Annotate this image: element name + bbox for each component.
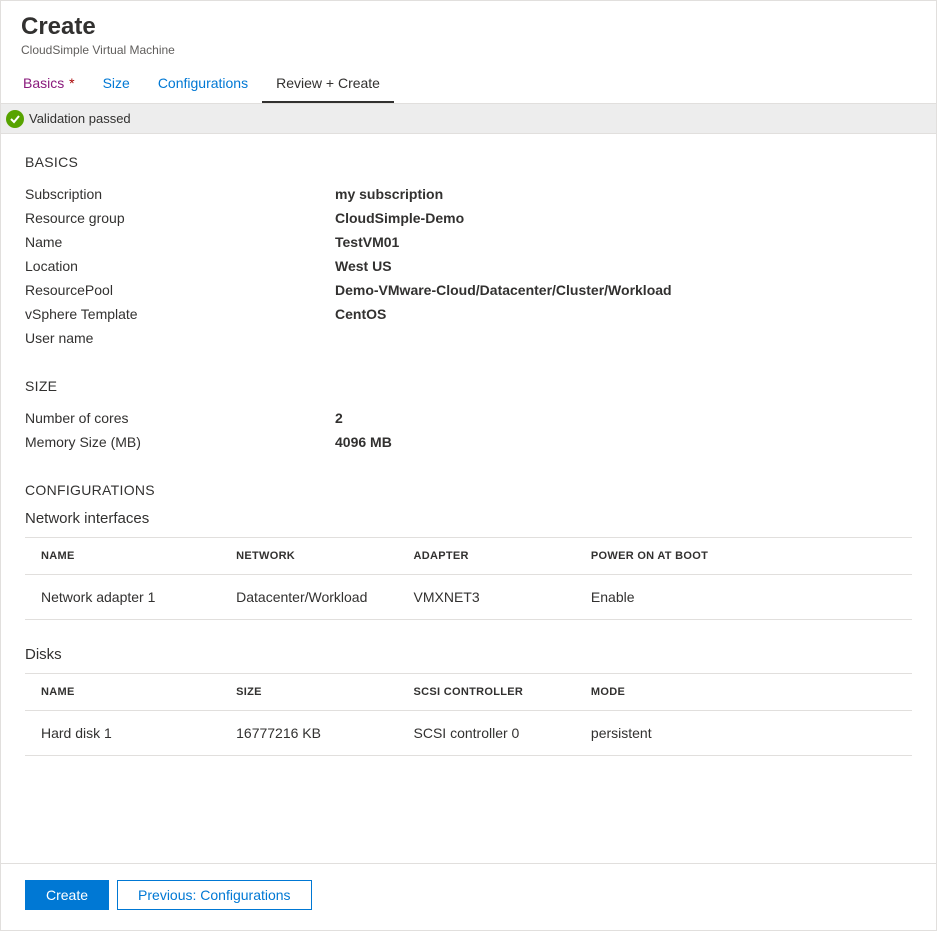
tab-size[interactable]: Size bbox=[89, 65, 144, 103]
disk-size: 16777216 KB bbox=[220, 711, 397, 756]
content-area: BASICS Subscriptionmy subscription Resou… bbox=[1, 134, 936, 863]
previous-button[interactable]: Previous: Configurations bbox=[117, 880, 312, 910]
nic-header-adapter: ADAPTER bbox=[398, 538, 575, 575]
size-section: SIZE Number of cores2 Memory Size (MB)40… bbox=[25, 378, 912, 454]
table-header-row: NAME NETWORK ADAPTER POWER ON AT BOOT bbox=[25, 538, 912, 575]
location-label: Location bbox=[25, 258, 335, 274]
memory-label: Memory Size (MB) bbox=[25, 434, 335, 450]
tab-review-create[interactable]: Review + Create bbox=[262, 65, 394, 103]
nic-network: Datacenter/Workload bbox=[220, 575, 397, 620]
disks-table: NAME SIZE SCSI CONTROLLER MODE Hard disk… bbox=[25, 673, 912, 756]
cores-label: Number of cores bbox=[25, 410, 335, 426]
page-title: Create bbox=[21, 13, 916, 41]
disk-name: Hard disk 1 bbox=[25, 711, 220, 756]
configurations-section: CONFIGURATIONS Network interfaces NAME N… bbox=[25, 482, 912, 756]
vsphere-template-label: vSphere Template bbox=[25, 306, 335, 322]
tabs-bar: Basics * Size Configurations Review + Cr… bbox=[1, 65, 936, 104]
required-asterisk: * bbox=[65, 75, 74, 91]
nic-header-power-on: POWER ON AT BOOT bbox=[575, 538, 912, 575]
name-value: TestVM01 bbox=[335, 234, 399, 250]
nic-header-network: NETWORK bbox=[220, 538, 397, 575]
subscription-value: my subscription bbox=[335, 186, 443, 202]
table-row: Network adapter 1 Datacenter/Workload VM… bbox=[25, 575, 912, 620]
disk-header-name: NAME bbox=[25, 674, 220, 711]
nic-power-on: Enable bbox=[575, 575, 912, 620]
resource-group-label: Resource group bbox=[25, 210, 335, 226]
cores-value: 2 bbox=[335, 410, 343, 426]
network-interfaces-table: NAME NETWORK ADAPTER POWER ON AT BOOT Ne… bbox=[25, 537, 912, 620]
disk-mode: persistent bbox=[575, 711, 912, 756]
nic-header-name: NAME bbox=[25, 538, 220, 575]
basics-section: BASICS Subscriptionmy subscription Resou… bbox=[25, 154, 912, 350]
footer-bar: Create Previous: Configurations bbox=[1, 863, 936, 930]
resource-group-value: CloudSimple-Demo bbox=[335, 210, 464, 226]
create-button[interactable]: Create bbox=[25, 880, 109, 910]
location-value: West US bbox=[335, 258, 392, 274]
disk-header-size: SIZE bbox=[220, 674, 397, 711]
size-title: SIZE bbox=[25, 378, 912, 394]
name-label: Name bbox=[25, 234, 335, 250]
network-interfaces-title: Network interfaces bbox=[25, 510, 912, 527]
nic-adapter: VMXNET3 bbox=[398, 575, 575, 620]
vsphere-template-value: CentOS bbox=[335, 306, 386, 322]
page-header: Create CloudSimple Virtual Machine bbox=[1, 1, 936, 65]
subscription-label: Subscription bbox=[25, 186, 335, 202]
basics-title: BASICS bbox=[25, 154, 912, 170]
configurations-title: CONFIGURATIONS bbox=[25, 482, 912, 498]
tab-basics[interactable]: Basics * bbox=[9, 65, 89, 103]
resource-pool-value: Demo-VMware-Cloud/Datacenter/Cluster/Wor… bbox=[335, 282, 672, 298]
resource-pool-label: ResourcePool bbox=[25, 282, 335, 298]
check-icon bbox=[6, 110, 24, 128]
disks-title: Disks bbox=[25, 646, 912, 663]
validation-text: Validation passed bbox=[29, 111, 131, 126]
user-name-label: User name bbox=[25, 330, 335, 346]
table-header-row: NAME SIZE SCSI CONTROLLER MODE bbox=[25, 674, 912, 711]
disk-scsi: SCSI controller 0 bbox=[398, 711, 575, 756]
table-row: Hard disk 1 16777216 KB SCSI controller … bbox=[25, 711, 912, 756]
validation-bar: Validation passed bbox=[1, 104, 936, 134]
tab-configurations[interactable]: Configurations bbox=[144, 65, 262, 103]
disk-header-scsi: SCSI CONTROLLER bbox=[398, 674, 575, 711]
page-subtitle: CloudSimple Virtual Machine bbox=[21, 43, 916, 57]
memory-value: 4096 MB bbox=[335, 434, 392, 450]
disk-header-mode: MODE bbox=[575, 674, 912, 711]
nic-name: Network adapter 1 bbox=[25, 575, 220, 620]
